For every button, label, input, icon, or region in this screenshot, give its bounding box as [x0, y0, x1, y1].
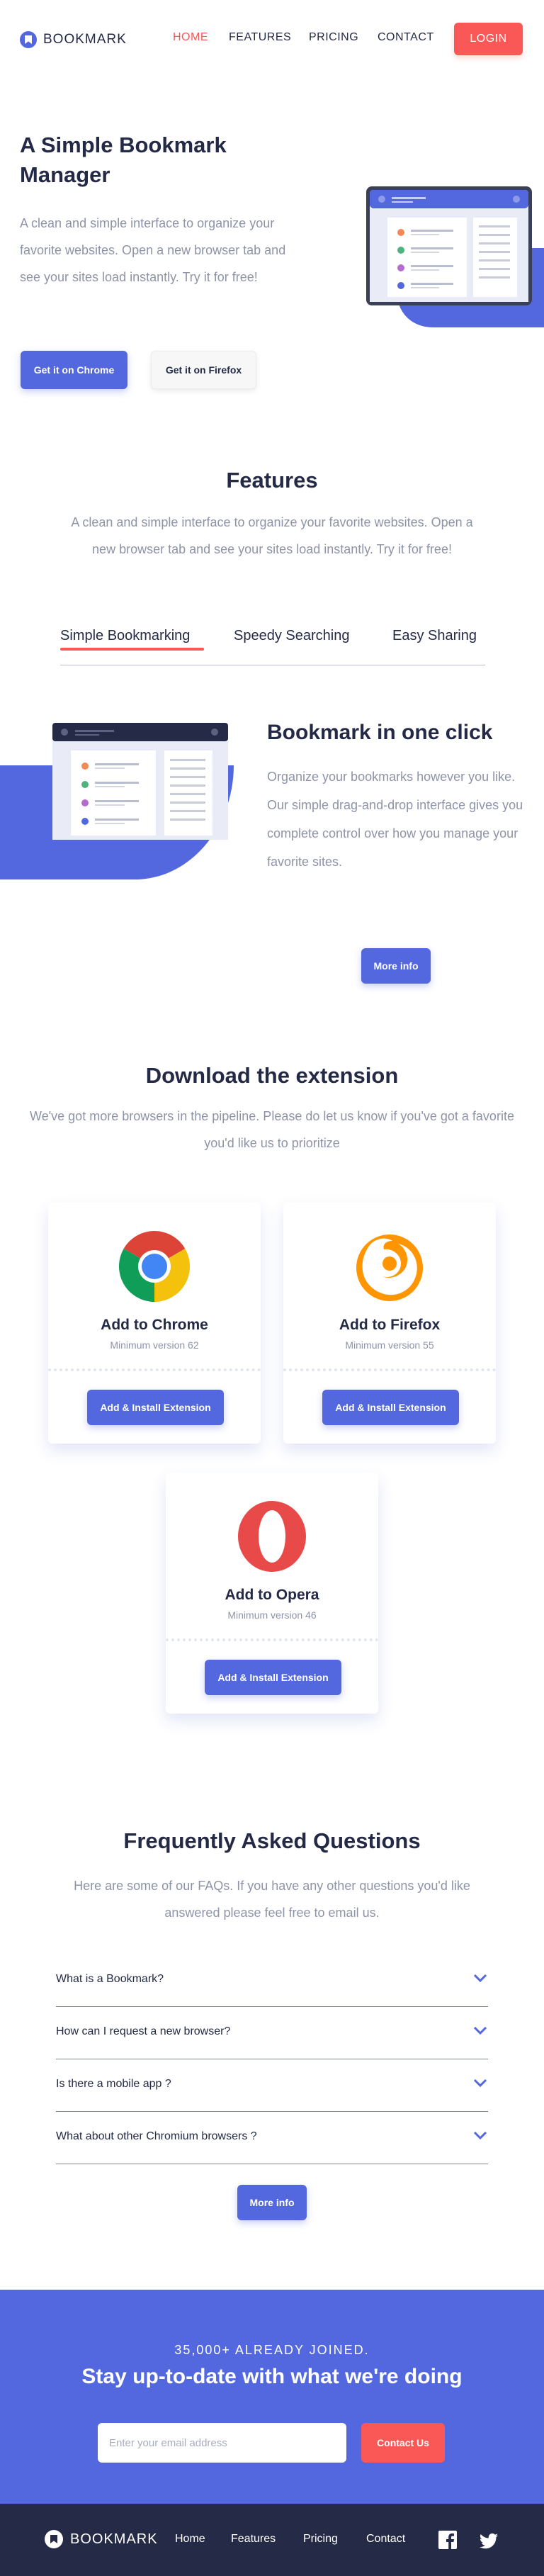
- contact-us-button[interactable]: Contact Us: [361, 2423, 445, 2463]
- faq-text: Here are some of our FAQs. If you have a…: [74, 1879, 470, 1920]
- opera-card-title: Add to Opera: [225, 1587, 319, 1603]
- firefox-card: Add to Firefox Minimum version 55 Add & …: [283, 1203, 496, 1444]
- footer-logo[interactable]: BOOKMARK: [45, 2530, 158, 2548]
- feature-panel-title: Bookmark in one click: [267, 721, 493, 744]
- download-title: Download the extension: [145, 1063, 399, 1088]
- faq-question: What is a Bookmark?: [56, 1973, 164, 1985]
- active-tab-indicator: [60, 648, 204, 651]
- twitter-icon[interactable]: [480, 2532, 498, 2550]
- firefox-logo-icon: [356, 1234, 423, 1301]
- faq-title: Frequently Asked Questions: [123, 1828, 421, 1853]
- features-text: A clean and simple interface to organize…: [71, 515, 473, 556]
- chevron-down-icon: [473, 2026, 487, 2035]
- feature-illustration: [0, 723, 234, 879]
- chevron-down-icon: [473, 1974, 487, 1983]
- card-divider: [166, 1638, 378, 1641]
- faq-item[interactable]: What is a Bookmark?: [56, 1955, 488, 2007]
- bookmark-icon: [45, 2530, 63, 2548]
- tab-simple-bookmarking[interactable]: Simple Bookmarking: [60, 628, 190, 644]
- chrome-logo-icon: [119, 1231, 190, 1302]
- card-divider: [48, 1368, 261, 1371]
- firefox-card-title: Add to Firefox: [339, 1317, 441, 1333]
- firefox-card-version: Minimum version 55: [345, 1339, 434, 1351]
- tab-easy-sharing[interactable]: Easy Sharing: [392, 628, 477, 644]
- chrome-card: Add to Chrome Minimum version 62 Add & I…: [48, 1203, 261, 1444]
- opera-logo-icon: [238, 1501, 306, 1572]
- card-divider: [283, 1368, 496, 1371]
- footer-link-pricing[interactable]: Pricing: [303, 2533, 338, 2546]
- faq-question: Is there a mobile app ?: [56, 2078, 171, 2090]
- footer-logo-text: BOOKMARK: [70, 2531, 158, 2547]
- get-firefox-button[interactable]: Get it on Firefox: [151, 351, 256, 389]
- footer-link-contact[interactable]: Contact: [366, 2533, 405, 2546]
- get-chrome-button[interactable]: Get it on Chrome: [21, 351, 128, 389]
- install-opera-button[interactable]: Add & Install Extension: [205, 1660, 341, 1695]
- opera-card: Add to Opera Minimum version 46 Add & In…: [166, 1473, 378, 1714]
- site-footer: BOOKMARK Home Features Pricing Contact: [0, 2504, 544, 2576]
- faq-more-info-button[interactable]: More info: [237, 2185, 307, 2220]
- newsletter-title: Stay up-to-date with what we're doing: [81, 2365, 463, 2388]
- faq-item[interactable]: Is there a mobile app ?: [56, 2059, 488, 2112]
- newsletter-section: 35,000+ ALREADY JOINED. Stay up-to-date …: [0, 2290, 544, 2504]
- facebook-icon[interactable]: [438, 2531, 457, 2549]
- chrome-card-title: Add to Chrome: [101, 1317, 208, 1333]
- faq-question: What about other Chromium browsers ?: [56, 2130, 257, 2142]
- chevron-down-icon: [473, 2131, 487, 2140]
- faq-item[interactable]: What about other Chromium browsers ?: [56, 2112, 488, 2164]
- email-input[interactable]: [98, 2423, 346, 2463]
- footer-link-features[interactable]: Features: [231, 2533, 276, 2546]
- install-chrome-button[interactable]: Add & Install Extension: [87, 1390, 224, 1425]
- hero-illustration: [366, 186, 544, 327]
- footer-link-home[interactable]: Home: [175, 2533, 205, 2546]
- download-text: We've got more browsers in the pipeline.…: [30, 1109, 514, 1150]
- chevron-down-icon: [473, 2079, 487, 2088]
- features-more-info-button[interactable]: More info: [361, 948, 431, 984]
- feature-panel-text: Organize your bookmarks however you like…: [267, 770, 523, 869]
- faq-question: How can I request a new browser?: [56, 2025, 231, 2037]
- install-firefox-button[interactable]: Add & Install Extension: [322, 1390, 459, 1425]
- landing-page: BOOKMARK HOME FEATURES PRICING CONTACT L…: [0, 0, 544, 2576]
- tab-speedy-searching[interactable]: Speedy Searching: [234, 628, 349, 644]
- chrome-card-version: Minimum version 62: [110, 1339, 199, 1351]
- joined-count: 35,000+ ALREADY JOINED.: [174, 2343, 370, 2357]
- features-title: Features: [226, 468, 318, 493]
- opera-card-version: Minimum version 46: [227, 1609, 317, 1621]
- faq-item[interactable]: How can I request a new browser?: [56, 2007, 488, 2059]
